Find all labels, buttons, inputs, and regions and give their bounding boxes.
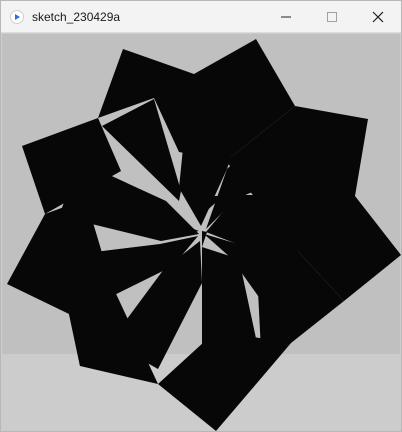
maximize-button[interactable] [309,1,355,32]
maximize-icon [327,11,337,22]
window-title: sketch_230429a [32,9,121,24]
processing-app-icon [10,9,24,24]
window-controls [263,1,401,32]
close-button[interactable] [355,1,401,32]
sketch-canvas[interactable] [1,33,401,431]
title-bar[interactable]: sketch_230429a [1,1,401,33]
sketch-window: sketch_230429a [0,0,402,432]
pinwheel-drawing [2,34,401,431]
close-icon [372,11,384,22]
minimize-button[interactable] [263,1,309,32]
minimize-icon [281,16,291,17]
